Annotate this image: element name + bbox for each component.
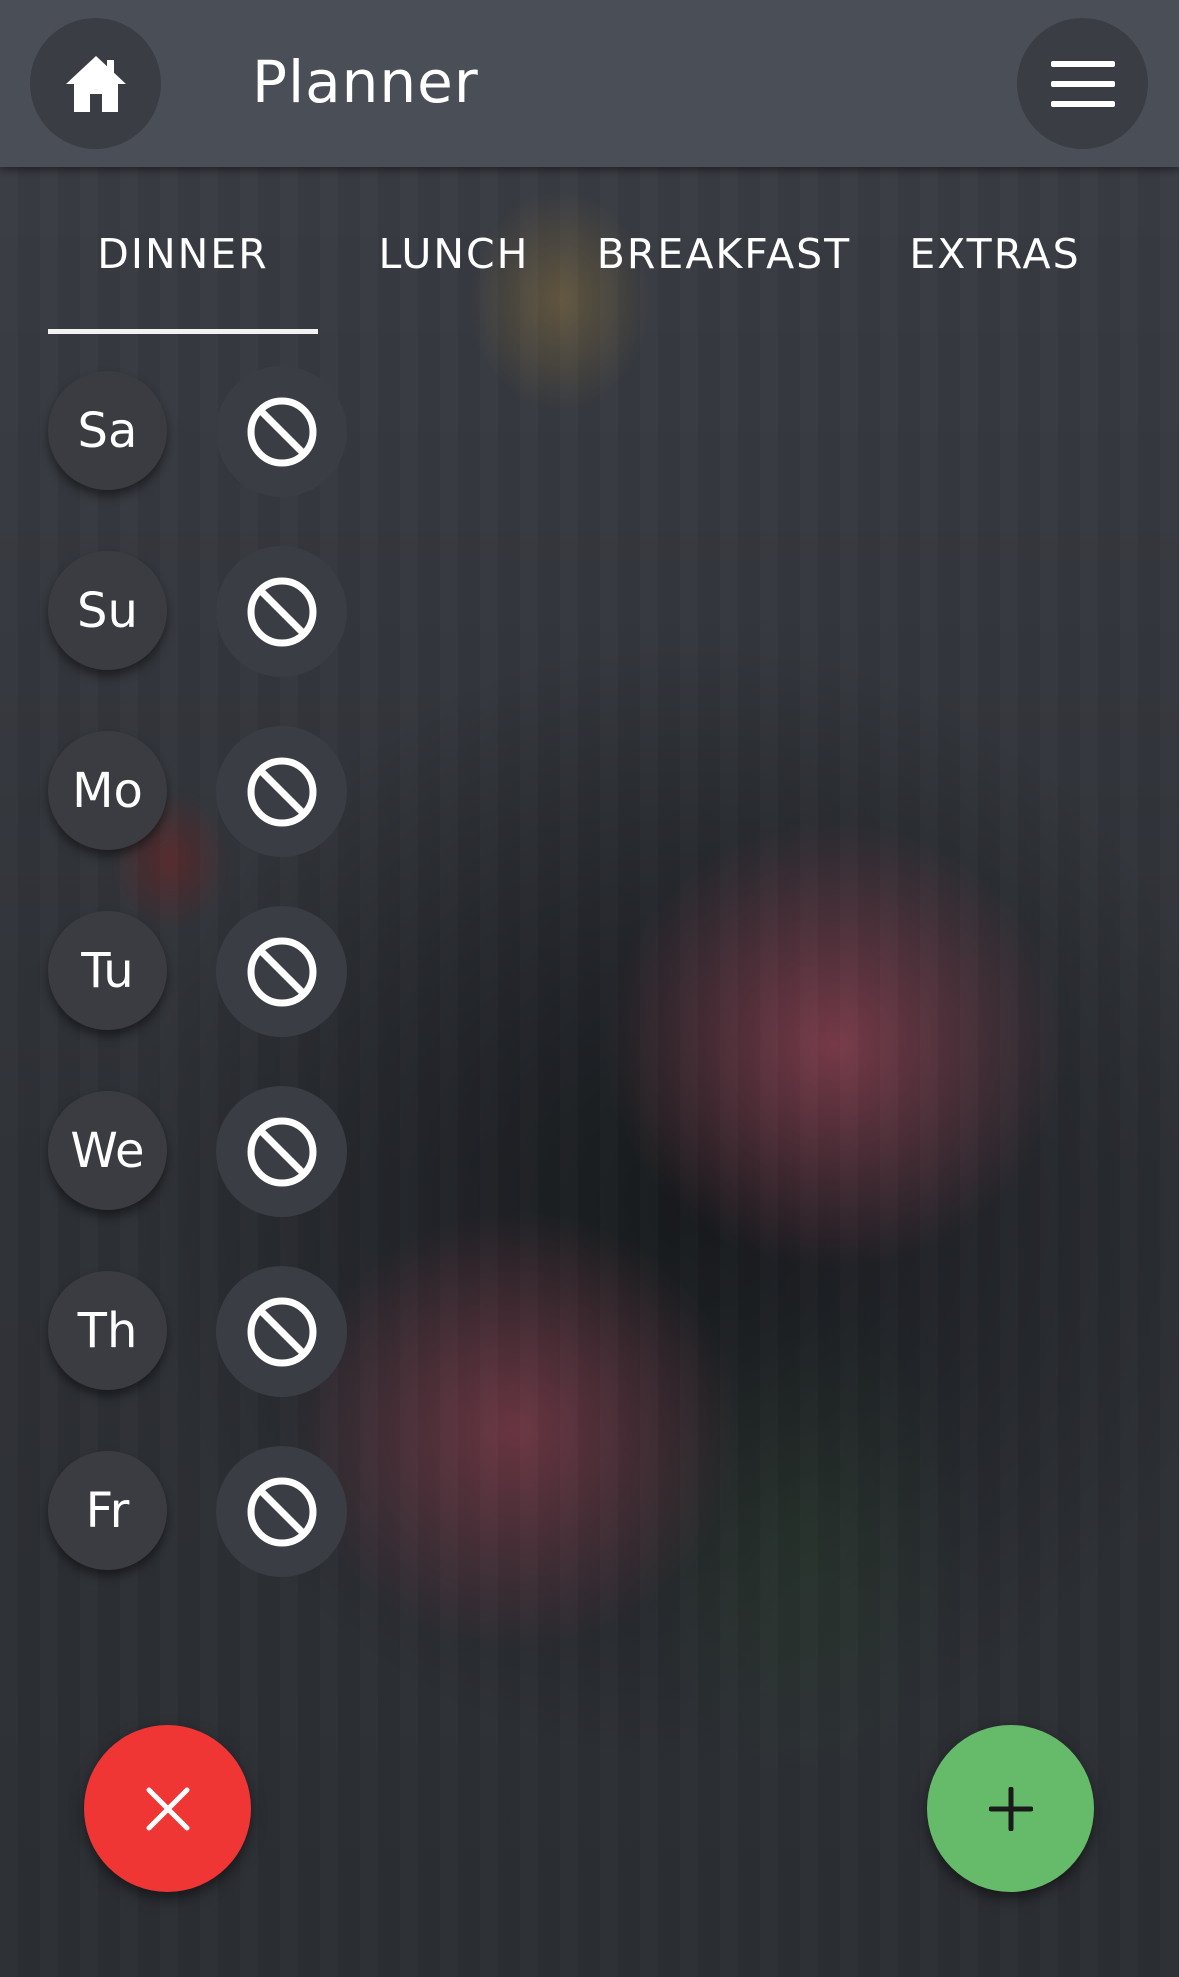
no-meal-icon bbox=[247, 397, 316, 466]
day-tuesday[interactable]: Tu bbox=[48, 911, 167, 1030]
no-meal-icon bbox=[247, 757, 316, 826]
no-meal-icon bbox=[247, 1477, 316, 1546]
clear-plan-button[interactable] bbox=[84, 1725, 251, 1892]
close-icon bbox=[146, 1787, 189, 1830]
tab-lunch[interactable]: LUNCH bbox=[340, 230, 568, 290]
home-icon bbox=[65, 55, 126, 112]
no-meal-icon bbox=[247, 1297, 316, 1366]
meal-tabs: DINNER LUNCH BREAKFAST EXTRAS bbox=[0, 200, 1179, 340]
day-monday[interactable]: Mo bbox=[48, 731, 167, 850]
page-title: Planner bbox=[252, 48, 479, 116]
app-header: Planner bbox=[0, 0, 1179, 167]
tab-dinner[interactable]: DINNER bbox=[48, 230, 318, 290]
home-button[interactable] bbox=[30, 18, 161, 149]
day-saturday[interactable]: Sa bbox=[48, 371, 167, 490]
day-wednesday[interactable]: We bbox=[48, 1091, 167, 1210]
no-meal-icon bbox=[247, 577, 316, 646]
no-meal-icon bbox=[247, 1117, 316, 1186]
meal-slot-monday[interactable] bbox=[216, 726, 347, 857]
day-friday[interactable]: Fr bbox=[48, 1451, 167, 1570]
add-meal-button[interactable] bbox=[927, 1725, 1094, 1892]
meal-slot-thursday[interactable] bbox=[216, 1266, 347, 1397]
hamburger-menu-icon bbox=[1050, 60, 1115, 107]
meal-slot-saturday[interactable] bbox=[216, 366, 347, 497]
menu-button[interactable] bbox=[1017, 18, 1148, 149]
no-meal-icon bbox=[247, 937, 316, 1006]
day-sunday[interactable]: Su bbox=[48, 551, 167, 670]
meal-slot-friday[interactable] bbox=[216, 1446, 347, 1577]
plus-icon bbox=[988, 1786, 1033, 1831]
tab-extras[interactable]: EXTRAS bbox=[880, 230, 1110, 290]
meal-slot-wednesday[interactable] bbox=[216, 1086, 347, 1217]
meal-slot-sunday[interactable] bbox=[216, 546, 347, 677]
tab-breakfast[interactable]: BREAKFAST bbox=[588, 230, 860, 290]
tab-selected-indicator bbox=[48, 329, 318, 334]
meal-slot-tuesday[interactable] bbox=[216, 906, 347, 1037]
day-thursday[interactable]: Th bbox=[48, 1271, 167, 1390]
